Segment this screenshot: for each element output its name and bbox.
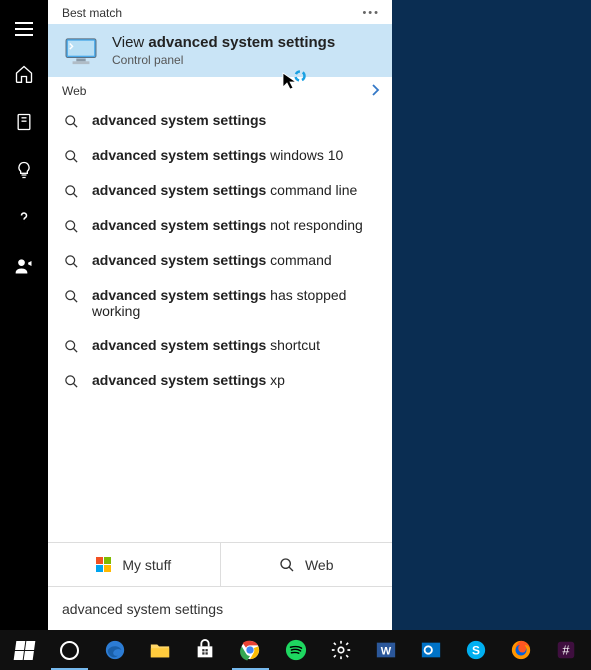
web-results-list: advanced system settingsadvanced system … bbox=[48, 103, 392, 542]
search-icon bbox=[64, 149, 79, 164]
svg-text:W: W bbox=[381, 646, 392, 658]
search-input[interactable] bbox=[62, 601, 378, 617]
best-match-header: Best match ••• bbox=[48, 0, 392, 24]
web-result-item[interactable]: advanced system settings command line bbox=[48, 173, 392, 208]
word-icon[interactable]: W bbox=[363, 630, 408, 670]
windows-logo-icon bbox=[96, 557, 112, 573]
web-result-item[interactable]: advanced system settings windows 10 bbox=[48, 138, 392, 173]
edge-icon[interactable] bbox=[92, 630, 137, 670]
menu-icon[interactable] bbox=[0, 8, 48, 50]
search-icon bbox=[64, 184, 79, 199]
search-icon bbox=[64, 114, 79, 129]
web-result-item[interactable]: advanced system settings xp bbox=[48, 363, 392, 398]
web-header[interactable]: Web bbox=[48, 77, 392, 103]
web-result-item[interactable]: advanced system settings command bbox=[48, 243, 392, 278]
cortana-button[interactable] bbox=[47, 630, 92, 670]
web-result-item[interactable]: advanced system settings has stopped wor… bbox=[48, 278, 392, 328]
notebook-icon[interactable] bbox=[0, 98, 48, 146]
web-tab[interactable]: Web bbox=[221, 543, 393, 586]
chevron-right-icon[interactable] bbox=[370, 83, 380, 99]
start-button[interactable] bbox=[2, 630, 47, 670]
search-icon bbox=[64, 339, 79, 354]
my-stuff-tab[interactable]: My stuff bbox=[48, 543, 221, 586]
cortana-search-pane: Best match ••• View advanced system sett… bbox=[48, 0, 392, 630]
lightbulb-icon[interactable] bbox=[0, 146, 48, 194]
search-icon bbox=[64, 289, 79, 304]
web-result-item[interactable]: advanced system settings not responding bbox=[48, 208, 392, 243]
search-icon bbox=[64, 219, 79, 234]
firefox-icon[interactable] bbox=[499, 630, 544, 670]
web-result-item[interactable]: advanced system settings bbox=[48, 103, 392, 138]
feedback-icon[interactable] bbox=[0, 242, 48, 290]
control-panel-icon bbox=[62, 36, 100, 66]
best-match-result[interactable]: View advanced system settings Control pa… bbox=[48, 24, 392, 77]
file-explorer-icon[interactable] bbox=[137, 630, 182, 670]
search-icon bbox=[279, 557, 295, 573]
best-match-text: View advanced system settings Control pa… bbox=[112, 34, 335, 67]
search-input-row bbox=[48, 586, 392, 630]
web-label: Web bbox=[62, 84, 86, 98]
settings-icon[interactable] bbox=[318, 630, 363, 670]
chrome-icon[interactable] bbox=[228, 630, 273, 670]
help-icon[interactable] bbox=[0, 194, 48, 242]
web-result-item[interactable]: advanced system settings shortcut bbox=[48, 328, 392, 363]
more-icon[interactable]: ••• bbox=[362, 7, 380, 19]
svg-text:#: # bbox=[563, 643, 571, 658]
outlook-icon[interactable] bbox=[408, 630, 453, 670]
slack-icon[interactable]: # bbox=[544, 630, 589, 670]
taskbar: W S # bbox=[0, 630, 591, 670]
search-icon bbox=[64, 374, 79, 389]
spotify-icon[interactable] bbox=[273, 630, 318, 670]
store-icon[interactable] bbox=[183, 630, 228, 670]
svg-text:S: S bbox=[472, 644, 480, 658]
search-icon bbox=[64, 254, 79, 269]
search-scope-tabs: My stuff Web bbox=[48, 542, 392, 586]
home-icon[interactable] bbox=[0, 50, 48, 98]
best-match-label: Best match bbox=[62, 6, 122, 20]
skype-icon[interactable]: S bbox=[454, 630, 499, 670]
cortana-left-rail bbox=[0, 0, 48, 630]
